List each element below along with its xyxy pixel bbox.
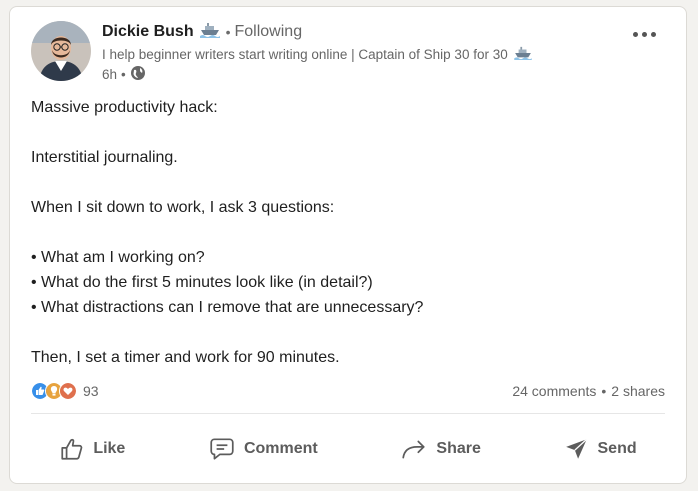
ship-icon — [513, 46, 532, 63]
send-label: Send — [597, 440, 637, 457]
comment-icon — [208, 436, 236, 462]
body-line: Massive productivity hack: — [31, 99, 218, 116]
author-name[interactable]: Dickie Bush — [102, 23, 194, 41]
like-icon — [59, 436, 85, 462]
body-line: When I sit down to work, I ask 3 questio… — [31, 199, 335, 216]
post-header: Dickie Bush • Following I help beginner … — [31, 17, 670, 89]
send-button[interactable]: Send — [554, 428, 647, 470]
comments-count[interactable]: 24 comments — [512, 383, 596, 399]
post-card: Dickie Bush • Following I help beginner … — [9, 6, 687, 484]
comment-label: Comment — [243, 440, 318, 457]
globe-icon — [130, 65, 146, 84]
body-line-blank — [31, 220, 671, 245]
post-time[interactable]: 6h — [102, 67, 117, 82]
author-avatar[interactable] — [31, 21, 91, 81]
reactions-summary[interactable]: 93 — [31, 382, 99, 400]
shares-count[interactable]: 2 shares — [611, 383, 665, 399]
like-label: Like — [93, 440, 126, 457]
body-line: Then, I set a timer and work for 90 minu… — [31, 349, 340, 366]
engagement-counts: 24 comments • 2 shares — [512, 383, 665, 399]
share-label: Share — [436, 440, 481, 457]
post-body: Massive productivity hack: Interstitial … — [31, 95, 671, 370]
separator-dot: • — [121, 66, 126, 82]
like-button[interactable]: Like — [49, 428, 135, 470]
author-info: Dickie Bush • Following I help beginner … — [102, 21, 532, 84]
divider — [31, 413, 665, 414]
social-counts: 93 24 comments • 2 shares — [31, 380, 665, 402]
body-line-blank — [31, 320, 671, 345]
body-line: Interstitial journaling. — [31, 149, 178, 166]
more-icon[interactable] — [633, 32, 656, 37]
comment-button[interactable]: Comment — [198, 428, 328, 470]
body-line-blank — [31, 120, 671, 145]
separator-dot: • — [601, 383, 607, 399]
body-line-blank — [31, 170, 671, 195]
reaction-count[interactable]: 93 — [83, 383, 99, 399]
send-icon — [564, 436, 590, 462]
post-meta: 6h • — [102, 64, 532, 84]
body-line: • What do the first 5 minutes look like … — [31, 274, 373, 291]
love-reaction-icon — [59, 382, 77, 400]
body-line: • What distractions can I remove that ar… — [31, 299, 424, 316]
headline-text: I help beginner writers start writing on… — [102, 46, 508, 62]
separator-dot: • — [225, 24, 231, 40]
share-icon — [400, 436, 428, 462]
follow-status[interactable]: Following — [235, 23, 303, 41]
ship-icon — [199, 22, 220, 43]
body-line: • What am I working on? — [31, 249, 205, 266]
share-button[interactable]: Share — [390, 428, 490, 470]
action-bar: Like Comment Share Send — [18, 425, 678, 473]
author-headline: I help beginner writers start writing on… — [102, 44, 532, 64]
